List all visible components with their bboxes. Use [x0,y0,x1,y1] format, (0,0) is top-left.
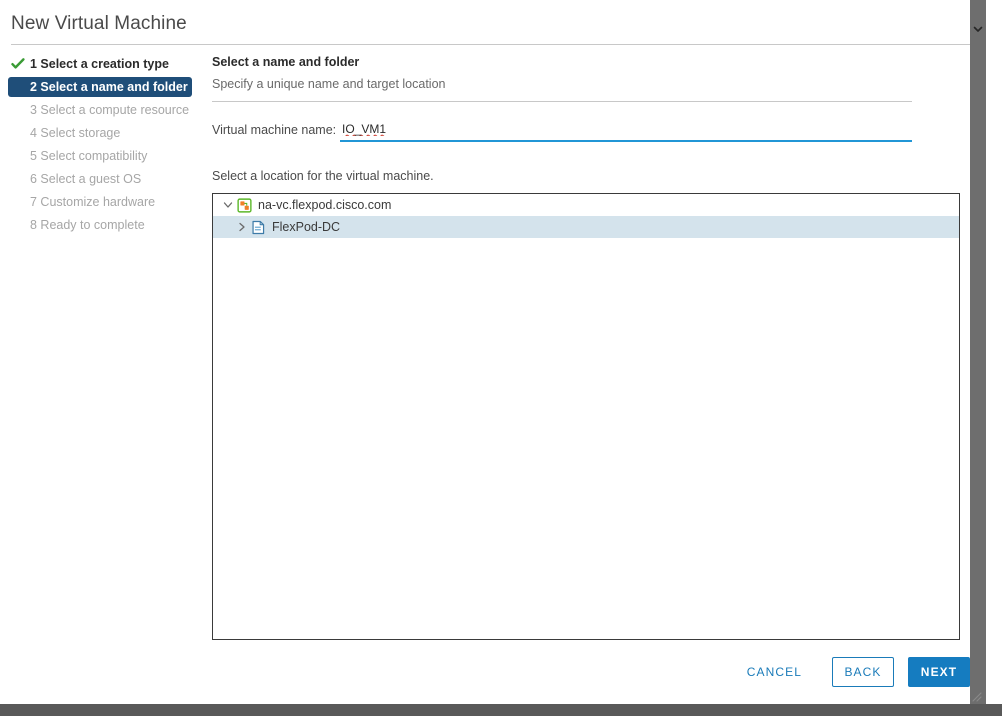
sidebar-step-label: 5 Select compatibility [30,149,148,163]
sidebar-step-label: 2 Select a name and folder [30,80,188,94]
sidebar-step-label: 1 Select a creation type [30,57,169,71]
vcenter-server-icon [237,197,252,213]
chevron-down-icon[interactable] [221,198,235,212]
check-icon [11,58,25,69]
scroll-up-arrow-icon[interactable] [970,22,986,36]
sidebar-step-8[interactable]: 8 Ready to complete [8,215,200,235]
sidebar-step-1[interactable]: 1 Select a creation type [8,54,200,74]
tree-row-label: na-vc.flexpod.cisco.com [258,198,392,212]
chevron-right-icon[interactable] [235,220,249,234]
tree-row-datacenter[interactable]: FlexPod-DC [213,216,959,238]
location-tree-panel[interactable]: na-vc.flexpod.cisco.com FlexPod-DC [212,193,960,640]
vertical-scrollbar[interactable] [970,0,986,704]
new-virtual-machine-wizard: New Virtual Machine 1 Select a creation … [0,0,986,704]
sidebar-step-4[interactable]: 4 Select storage [8,123,200,143]
back-button[interactable]: BACK [832,657,894,687]
vm-name-input-underline [340,140,912,142]
wizard-footer: CANCEL BACK NEXT [212,652,970,692]
content-divider [212,101,912,102]
resize-grip-icon[interactable] [970,690,982,702]
sidebar-step-2[interactable]: 2 Select a name and folder [8,77,192,97]
vm-name-input[interactable] [340,120,912,138]
sidebar-step-label: 8 Ready to complete [30,218,145,232]
sidebar-step-5[interactable]: 5 Select compatibility [8,146,200,166]
sidebar-step-label: 4 Select storage [30,126,121,140]
cancel-button[interactable]: CANCEL [733,659,816,685]
vm-name-input-wrapper [340,120,912,142]
tree-row-vcenter[interactable]: na-vc.flexpod.cisco.com [213,194,959,216]
content-heading: Select a name and folder [212,55,360,69]
vm-name-label: Virtual machine name: [212,123,337,137]
sidebar-step-label: 6 Select a guest OS [30,172,142,186]
sidebar-step-3[interactable]: 3 Select a compute resource [8,100,200,120]
title-bar: New Virtual Machine [11,11,971,44]
window-bottom-strip [0,704,1002,716]
datacenter-icon [252,220,265,234]
sidebar-step-label: 3 Select a compute resource [30,103,190,117]
sidebar-step-6[interactable]: 6 Select a guest OS [8,169,200,189]
sidebar-step-7[interactable]: 7 Customize hardware [8,192,200,212]
location-label: Select a location for the virtual machin… [212,169,434,183]
wizard-step-list: 1 Select a creation type 2 Select a name… [8,54,200,238]
page-title: New Virtual Machine [11,13,187,34]
tree-row-label: FlexPod-DC [272,220,341,234]
title-divider [11,44,970,45]
vm-name-field-row: Virtual machine name: [212,120,970,146]
sidebar-step-label: 7 Customize hardware [30,195,156,209]
next-button[interactable]: NEXT [908,657,970,687]
wizard-content-panel: Select a name and folder Specify a uniqu… [212,54,970,640]
content-subheading: Specify a unique name and target locatio… [212,77,446,91]
